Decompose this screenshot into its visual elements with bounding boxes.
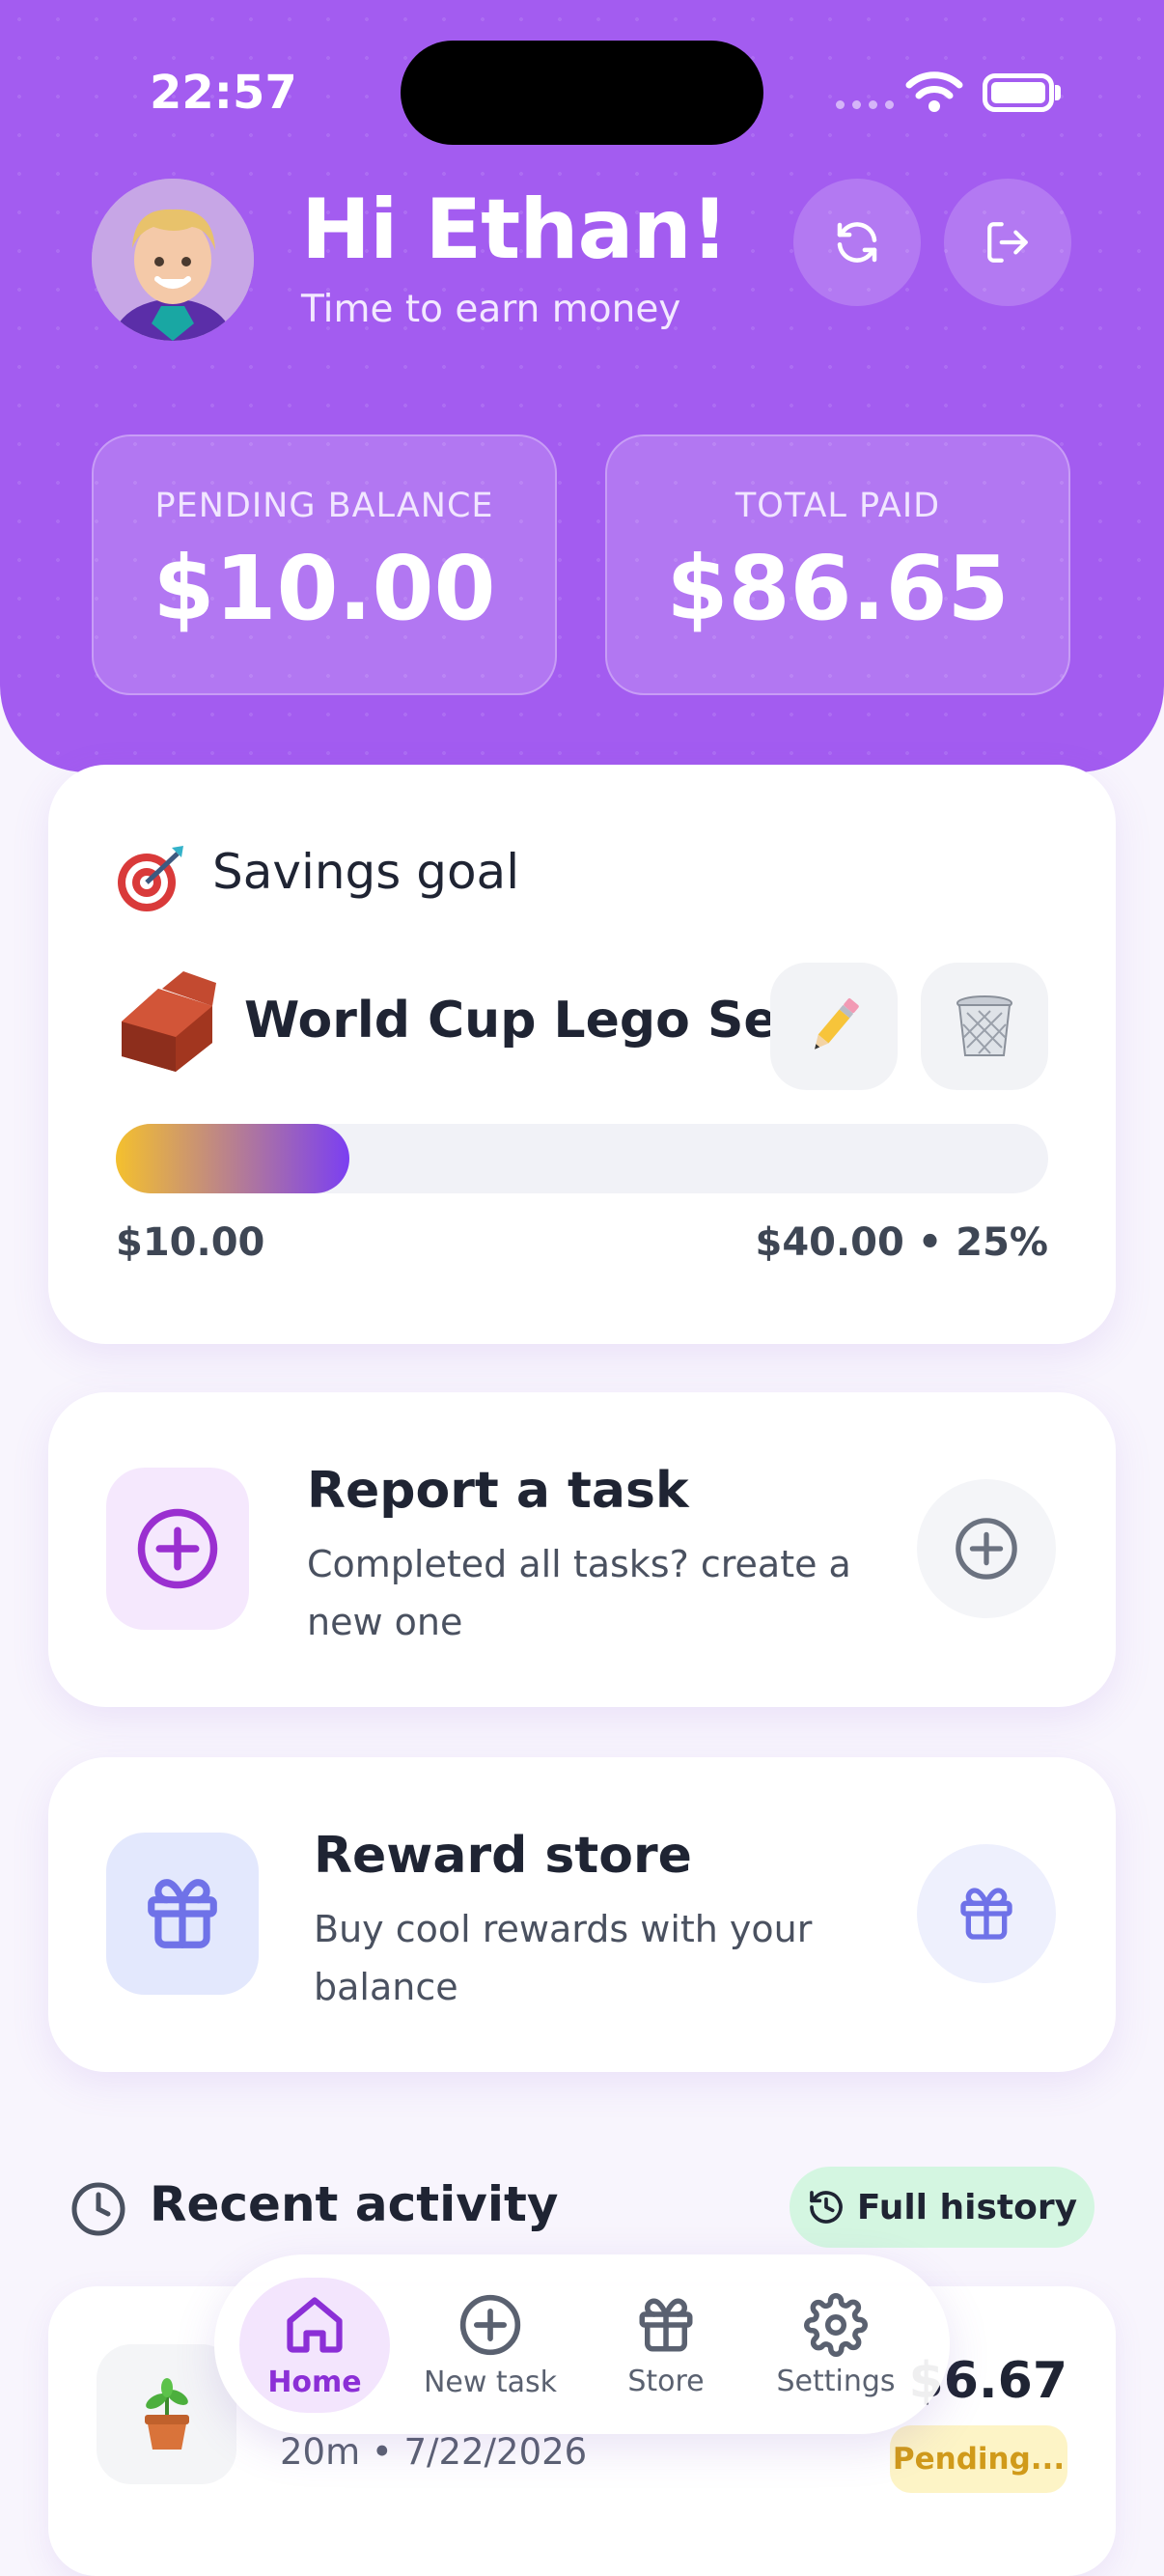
savings-goal-title: Savings goal — [212, 844, 520, 900]
bottom-nav: Home New task Store Settings — [214, 2254, 950, 2434]
delete-goal-button[interactable] — [921, 963, 1048, 1090]
gift-icon — [148, 1879, 217, 1948]
total-paid-label: TOTAL PAID — [734, 487, 941, 525]
total-paid-value: $86.65 — [666, 537, 1010, 640]
reward-store-description: Buy cool rewards with your balance — [314, 1908, 813, 2008]
report-task-description: Completed all tasks? create a new one — [307, 1543, 851, 1643]
reward-store-button[interactable] — [917, 1844, 1056, 1983]
signal-icon — [836, 100, 894, 109]
home-icon — [287, 2296, 343, 2353]
status-badge: Pending... — [890, 2425, 1067, 2493]
refresh-icon — [837, 222, 877, 263]
nav-home-label: Home — [267, 2365, 362, 2399]
pencil-icon — [815, 998, 859, 1050]
nav-store-label: Store — [627, 2364, 705, 2398]
full-history-label: Full history — [856, 2187, 1078, 2227]
reward-store-icon-box — [106, 1833, 259, 1995]
target-icon — [118, 846, 183, 911]
report-task-title: Report a task — [307, 1462, 689, 1520]
gear-icon — [804, 2292, 868, 2357]
nav-home[interactable]: Home — [239, 2278, 390, 2413]
pending-balance-card: PENDING BALANCE $10.00 — [92, 434, 557, 695]
battery-icon — [983, 73, 1054, 112]
activity-meta: 20m • 7/22/2026 — [280, 2431, 588, 2473]
greeting-subtitle: Time to earn money — [301, 288, 681, 331]
gift-icon — [639, 2298, 693, 2351]
child-avatar-image — [92, 179, 254, 341]
clock-icon — [71, 2182, 125, 2236]
full-history-button[interactable]: Full history — [790, 2167, 1095, 2248]
edit-goal-button[interactable] — [770, 963, 898, 1090]
gift-icon — [960, 1888, 1012, 1940]
status-time: 22:57 — [150, 66, 297, 120]
logout-icon — [987, 222, 1028, 263]
nav-settings[interactable]: Settings — [761, 2278, 911, 2413]
nav-new-task-label: New task — [423, 2365, 558, 2399]
nav-new-task[interactable]: New task — [415, 2278, 566, 2413]
plant-icon — [144, 2377, 189, 2450]
nav-settings-label: Settings — [776, 2364, 896, 2398]
nav-store[interactable]: Store — [591, 2278, 741, 2413]
avatar[interactable] — [92, 179, 254, 341]
brick-icon — [122, 971, 216, 1072]
report-task-icon-box — [106, 1468, 249, 1630]
goal-progress-bar — [116, 1124, 1048, 1193]
plus-circle-icon — [956, 1518, 1017, 1580]
recent-activity-title: Recent activity — [150, 2176, 559, 2232]
plant-icon-box — [97, 2344, 236, 2484]
history-icon — [810, 2191, 843, 2224]
plus-circle-icon — [137, 1508, 218, 1589]
reward-store-title: Reward store — [314, 1827, 692, 1885]
goal-item-name: World Cup Lego Set — [244, 992, 802, 1050]
goal-progress-fill — [116, 1124, 349, 1193]
refresh-button[interactable] — [793, 179, 921, 306]
goal-current-amount: $10.00 — [116, 1220, 265, 1265]
savings-goal-card: Savings goal World Cup Lego Set $10.00 $… — [48, 765, 1116, 1344]
goal-target-summary: $40.00 • 25% — [755, 1220, 1048, 1265]
greeting-title: Hi Ethan! — [301, 182, 729, 278]
trash-icon — [956, 995, 1012, 1056]
total-paid-card: TOTAL PAID $86.65 — [605, 434, 1070, 695]
wifi-icon — [905, 71, 963, 112]
logout-button[interactable] — [944, 179, 1071, 306]
plus-circle-icon — [459, 2294, 521, 2355]
reward-store-card[interactable]: Reward store Buy cool rewards with your … — [48, 1757, 1116, 2072]
report-task-card[interactable]: Report a task Completed all tasks? creat… — [48, 1392, 1116, 1707]
dynamic-island — [401, 41, 763, 145]
report-task-button[interactable] — [917, 1479, 1056, 1618]
pending-balance-value: $10.00 — [152, 537, 496, 640]
pending-balance-label: PENDING BALANCE — [154, 487, 494, 525]
